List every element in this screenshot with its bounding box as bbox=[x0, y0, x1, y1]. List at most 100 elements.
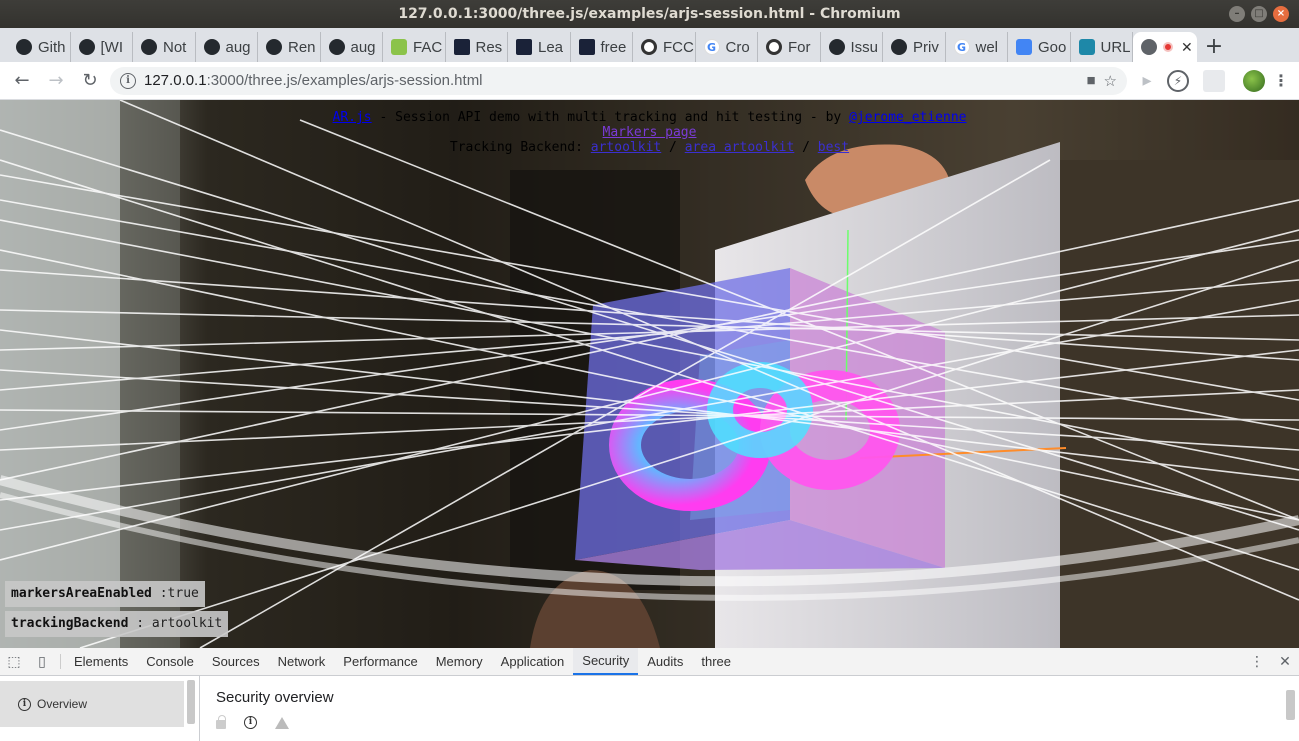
tab-label: Issu bbox=[850, 38, 879, 56]
forward-button[interactable]: → bbox=[42, 67, 70, 95]
bookmark-star-icon[interactable]: ☆ bbox=[1104, 72, 1117, 90]
lock-icon bbox=[216, 715, 226, 729]
status-value: :true bbox=[151, 586, 199, 601]
warning-icon bbox=[275, 716, 289, 729]
author-link[interactable]: @jerome_etienne bbox=[849, 110, 966, 125]
info-icon: i bbox=[244, 716, 257, 729]
browser-tab[interactable]: Issu bbox=[821, 32, 883, 62]
tab-label: For bbox=[788, 38, 811, 56]
browser-tab[interactable]: Priv bbox=[883, 32, 946, 62]
window-close-icon[interactable]: × bbox=[1273, 6, 1289, 22]
arjs-link[interactable]: AR.js bbox=[333, 110, 372, 125]
intro-text: - Session API demo with multi tracking a… bbox=[371, 110, 850, 125]
new-tab-button[interactable]: + bbox=[1197, 32, 1231, 62]
tab-label: Lea bbox=[538, 38, 564, 56]
main-scrollbar[interactable] bbox=[1286, 690, 1295, 720]
tab-label: Not bbox=[163, 38, 187, 56]
github-icon bbox=[328, 39, 345, 55]
browser-tab[interactable]: [WI bbox=[71, 32, 133, 62]
browser-tab[interactable]: G Cro bbox=[696, 32, 758, 62]
browser-tab[interactable]: FCC bbox=[633, 32, 696, 62]
devtools-tab-three[interactable]: three bbox=[692, 648, 740, 675]
devtools-body: i Overview Security overview i bbox=[0, 676, 1299, 741]
security-sidebar: i Overview bbox=[0, 676, 200, 741]
github-icon bbox=[266, 39, 282, 55]
a-logo-icon bbox=[516, 39, 532, 55]
window-titlebar: 127.0.0.1:3000/three.js/examples/arjs-se… bbox=[0, 0, 1299, 28]
inspect-element-icon[interactable]: ⬚ bbox=[0, 648, 28, 675]
google-translate-icon bbox=[1016, 39, 1032, 55]
extension-grid-icon[interactable] bbox=[1203, 69, 1225, 92]
tab-close-icon[interactable]: ✕ bbox=[1181, 39, 1193, 56]
address-bar[interactable]: i 127.0.0.1:3000/three.js/examples/arjs-… bbox=[110, 66, 1127, 95]
devtools-tab-performance[interactable]: Performance bbox=[334, 648, 426, 675]
github-icon bbox=[828, 39, 845, 55]
browser-tab[interactable]: Gith bbox=[8, 32, 71, 62]
sidebar-item-overview[interactable]: i Overview bbox=[0, 681, 184, 727]
extension-bolt-icon[interactable]: ⚡ bbox=[1167, 69, 1189, 92]
browser-tab[interactable]: Lea bbox=[508, 32, 571, 62]
device-toolbar-icon[interactable]: ▯ bbox=[28, 648, 56, 675]
browser-tab[interactable]: Goo bbox=[1008, 32, 1071, 62]
browser-toolbar: ← → ↻ i 127.0.0.1:3000/three.js/examples… bbox=[0, 62, 1299, 100]
tab-label: Ren bbox=[288, 38, 316, 56]
devtools-tab-console[interactable]: Console bbox=[137, 648, 203, 675]
devtools-tab-memory[interactable]: Memory bbox=[427, 648, 492, 675]
devtools-right-controls: ⋮ ✕ bbox=[1243, 648, 1299, 675]
browser-tab[interactable]: For bbox=[758, 32, 821, 62]
tab-label: [WI bbox=[100, 38, 124, 56]
browser-tab[interactable]: URL bbox=[1071, 32, 1133, 62]
devtools-tab-network[interactable]: Network bbox=[269, 648, 335, 675]
cast-icon[interactable]: ▸ bbox=[1133, 67, 1161, 95]
window-title: 127.0.0.1:3000/three.js/examples/arjs-se… bbox=[398, 6, 901, 22]
devtools-panel: ⬚ ▯ Elements Console Sources Network Per… bbox=[0, 648, 1299, 741]
security-state-icons: i bbox=[216, 715, 1283, 729]
url-path: :3000/three.js/examples/arjs-session.htm… bbox=[206, 72, 483, 89]
tab-label: Goo bbox=[1038, 38, 1067, 56]
browser-menu-icon[interactable]: ⋮ bbox=[1271, 67, 1291, 95]
devtools-tab-security[interactable]: Security bbox=[573, 648, 639, 675]
status-markers-area: markersAreaEnabled :true bbox=[5, 581, 205, 607]
back-button[interactable]: ← bbox=[8, 67, 36, 95]
recording-icon bbox=[1163, 42, 1173, 52]
browser-tab[interactable]: Res bbox=[446, 32, 508, 62]
tab-label: wel bbox=[975, 38, 999, 56]
browser-tab-active[interactable]: ✕ bbox=[1133, 32, 1197, 62]
devtools-tab-application[interactable]: Application bbox=[492, 648, 574, 675]
hex-logo-icon bbox=[766, 39, 782, 55]
sidebar-scrollbar[interactable] bbox=[187, 680, 195, 724]
browser-tab[interactable]: free bbox=[571, 32, 633, 62]
github-icon bbox=[891, 39, 907, 55]
backend-label: Tracking Backend: bbox=[449, 140, 591, 155]
backend-option-best[interactable]: best bbox=[818, 140, 849, 155]
separator: / bbox=[661, 140, 685, 155]
minimize-icon[interactable]: – bbox=[1229, 6, 1245, 22]
browser-tab[interactable]: Not bbox=[133, 32, 196, 62]
reload-button[interactable]: ↻ bbox=[76, 67, 104, 95]
browser-tab[interactable]: Gwel bbox=[946, 32, 1008, 62]
google-icon: G bbox=[703, 39, 720, 55]
maximize-icon[interactable]: □ bbox=[1251, 6, 1267, 22]
browser-tab[interactable]: Ren bbox=[258, 32, 321, 62]
devtools-tabbar: ⬚ ▯ Elements Console Sources Network Per… bbox=[0, 648, 1299, 676]
site-info-icon[interactable]: i bbox=[120, 72, 136, 89]
window-controls: – □ × bbox=[1229, 6, 1289, 22]
security-main: Security overview i bbox=[200, 676, 1299, 741]
markers-page-link[interactable]: Markers page bbox=[603, 125, 697, 140]
backend-option-area-artoolkit[interactable]: area artoolkit bbox=[685, 140, 795, 155]
backend-option-artoolkit[interactable]: artoolkit bbox=[591, 140, 661, 155]
devtools-tab-audits[interactable]: Audits bbox=[638, 648, 692, 675]
browser-tab[interactable]: FAC bbox=[383, 32, 446, 62]
devtools-close-icon[interactable]: ✕ bbox=[1271, 648, 1299, 675]
tab-label: FCC bbox=[663, 38, 694, 56]
camera-icon[interactable]: ■ bbox=[1086, 72, 1095, 89]
url-text[interactable]: 127.0.0.1:3000/three.js/examples/arjs-se… bbox=[144, 72, 1078, 89]
devtools-tab-sources[interactable]: Sources bbox=[203, 648, 269, 675]
ar-viewport[interactable]: AR.js - Session API demo with multi trac… bbox=[0, 100, 1299, 648]
profile-avatar[interactable] bbox=[1243, 69, 1265, 92]
browser-tab[interactable]: aug bbox=[196, 32, 258, 62]
devtools-menu-icon[interactable]: ⋮ bbox=[1243, 648, 1271, 675]
devtools-tab-elements[interactable]: Elements bbox=[65, 648, 137, 675]
page-info-text: AR.js - Session API demo with multi trac… bbox=[0, 110, 1299, 125]
browser-tab[interactable]: aug bbox=[321, 32, 383, 62]
